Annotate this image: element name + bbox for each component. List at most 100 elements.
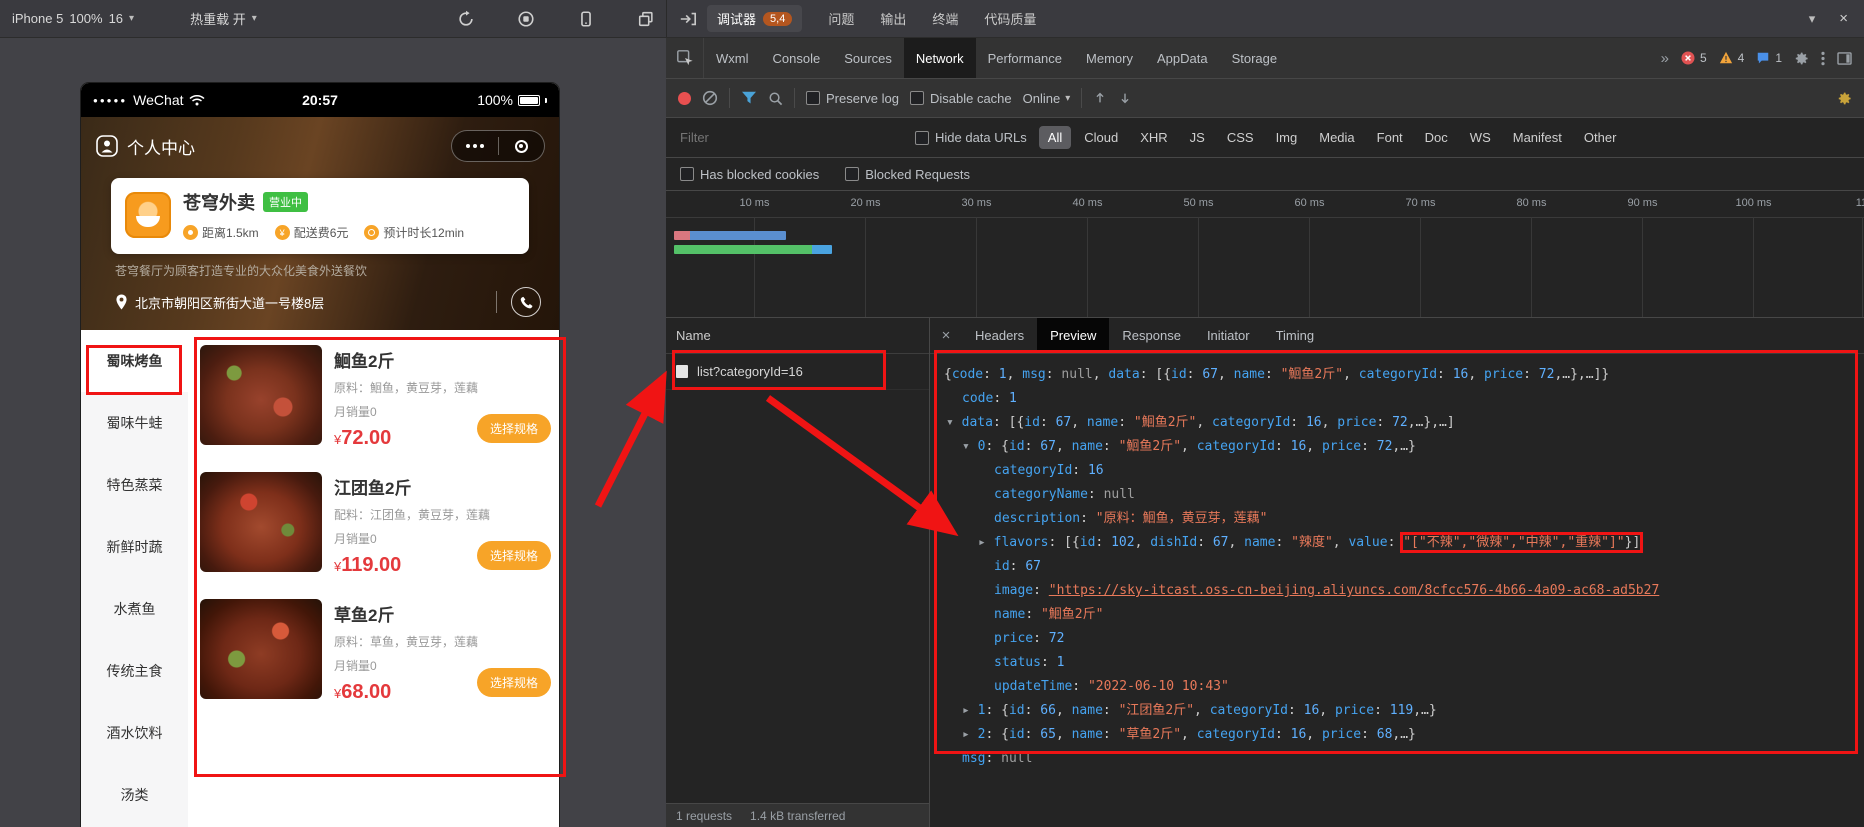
close-details-icon[interactable]: ×: [930, 327, 962, 344]
tab-preview[interactable]: Preview: [1037, 318, 1109, 353]
category-item-roast-fish[interactable]: 蜀味烤鱼: [81, 330, 188, 392]
preview-json-line[interactable]: categoryName: null: [936, 483, 1864, 507]
category-item-soup[interactable]: 汤类: [81, 764, 188, 826]
tab-console[interactable]: Console: [761, 38, 833, 78]
preview-json-line[interactable]: msg: null: [936, 747, 1864, 771]
clear-requests-icon[interactable]: [702, 90, 718, 106]
device-selector[interactable]: iPhone 5 100% 16 ▾: [12, 11, 134, 26]
tab-output[interactable]: 输出: [880, 9, 906, 28]
blocked-requests-checkbox[interactable]: [845, 167, 859, 181]
category-item-steamed[interactable]: 特色蒸菜: [81, 454, 188, 516]
filter-type-manifest[interactable]: Manifest: [1504, 126, 1571, 149]
more-menu-button[interactable]: [452, 131, 498, 161]
preview-json-line[interactable]: price: 72: [936, 627, 1864, 651]
more-tabs-icon[interactable]: »: [1661, 50, 1669, 67]
tab-performance[interactable]: Performance: [976, 38, 1074, 78]
preview-json-line[interactable]: ▸ 1: {id: 66, name: "江团鱼2斤", categoryId:…: [936, 699, 1864, 723]
tab-sources[interactable]: Sources: [832, 38, 904, 78]
export-har-icon[interactable]: [1118, 91, 1132, 105]
multi-window-icon[interactable]: [637, 10, 655, 28]
filter-type-doc[interactable]: Doc: [1416, 126, 1457, 149]
category-item-boiled-fish[interactable]: 水煮鱼: [81, 578, 188, 640]
preview-json-line[interactable]: status: 1: [936, 651, 1864, 675]
kebab-menu-icon[interactable]: [1821, 51, 1825, 66]
network-settings-gear-icon[interactable]: [1837, 91, 1852, 106]
preview-json-line[interactable]: image: "https://sky-itcast.oss-cn-beijin…: [936, 579, 1864, 603]
filter-type-cloud[interactable]: Cloud: [1075, 126, 1127, 149]
request-name-header[interactable]: Name: [666, 318, 929, 354]
category-item-bullfrog[interactable]: 蜀味牛蛙: [81, 392, 188, 454]
hot-reload-toggle[interactable]: 热重载 开 ▾: [190, 9, 257, 28]
tab-network[interactable]: Network: [904, 38, 976, 78]
tab-code-quality[interactable]: 代码质量: [984, 9, 1036, 28]
tab-debugger[interactable]: 调试器 5,4: [707, 5, 802, 32]
choose-spec-button[interactable]: 选择规格: [477, 414, 551, 443]
network-timeline[interactable]: 10 ms20 ms 30 ms40 ms 50 ms60 ms 70 ms80…: [666, 191, 1864, 318]
warning-count-icon[interactable]: [1719, 51, 1733, 65]
filter-type-ws[interactable]: WS: [1461, 126, 1500, 149]
preview-json-line[interactable]: categoryId: 16: [936, 459, 1864, 483]
tab-terminal[interactable]: 终端: [932, 9, 958, 28]
preview-json-line[interactable]: ▸ 2: {id: 65, name: "草鱼2斤", categoryId: …: [936, 723, 1864, 747]
dish-list: 鮰鱼2斤 原料：鮰鱼，黄豆芽，莲藕 月销量0 ¥72.00 选择规格 江团鱼: [188, 330, 559, 827]
preview-json-line[interactable]: ▾ data: [{id: 67, name: "鮰鱼2斤", category…: [936, 411, 1864, 435]
tab-wxml[interactable]: Wxml: [704, 38, 761, 78]
filter-type-other[interactable]: Other: [1575, 126, 1626, 149]
tab-storage[interactable]: Storage: [1220, 38, 1290, 78]
preview-json-line[interactable]: code: 1: [936, 387, 1864, 411]
tab-memory[interactable]: Memory: [1074, 38, 1145, 78]
message-count-icon[interactable]: [1756, 51, 1770, 65]
close-icon[interactable]: ×: [1839, 10, 1848, 27]
gear-icon[interactable]: [1794, 51, 1809, 66]
preview-json-line[interactable]: description: "原料：鮰鱼，黄豆芽，莲藕": [936, 507, 1864, 531]
record-icon[interactable]: [517, 10, 535, 28]
phone-device-icon[interactable]: [577, 10, 595, 28]
category-item-vegetables[interactable]: 新鲜时蔬: [81, 516, 188, 578]
call-shop-button[interactable]: [511, 287, 541, 317]
tab-headers[interactable]: Headers: [962, 318, 1037, 353]
tab-problems[interactable]: 问题: [828, 9, 854, 28]
preview-json-line[interactable]: name: "鮰鱼2斤": [936, 603, 1864, 627]
error-count-icon[interactable]: [1681, 51, 1695, 65]
tab-response[interactable]: Response: [1109, 318, 1194, 353]
preview-json-line[interactable]: ▸ flavors: [{id: 102, dishId: 67, name: …: [936, 531, 1864, 555]
preview-json-line[interactable]: updateTime: "2022-06-10 10:43": [936, 675, 1864, 699]
filter-type-img[interactable]: Img: [1267, 126, 1307, 149]
tab-timing[interactable]: Timing: [1263, 318, 1328, 353]
refresh-icon[interactable]: [457, 10, 475, 28]
filter-input[interactable]: [678, 129, 903, 146]
preview-json-line[interactable]: id: 67: [936, 555, 1864, 579]
tab-initiator[interactable]: Initiator: [1194, 318, 1263, 353]
choose-spec-button[interactable]: 选择规格: [477, 541, 551, 570]
filter-funnel-icon[interactable]: [741, 91, 757, 105]
request-row[interactable]: list?categoryId=16: [666, 354, 929, 390]
filter-type-font[interactable]: Font: [1368, 126, 1412, 149]
filter-type-media[interactable]: Media: [1310, 126, 1363, 149]
exit-miniprogram-button[interactable]: [499, 131, 545, 161]
import-har-icon[interactable]: [1093, 91, 1107, 105]
filter-type-css[interactable]: CSS: [1218, 126, 1263, 149]
delivery-fee-text: 配送费6元: [294, 224, 349, 241]
chevron-down-icon[interactable]: ▾: [1809, 11, 1816, 27]
preview-json-line[interactable]: ▾ 0: {id: 67, name: "鮰鱼2斤", categoryId: …: [936, 435, 1864, 459]
category-item-staple[interactable]: 传统主食: [81, 640, 188, 702]
filter-type-xhr[interactable]: XHR: [1131, 126, 1176, 149]
dock-side-icon[interactable]: [1837, 52, 1852, 65]
shop-card[interactable]: 苍穹外卖 营业中 距离1.5km ¥ 配送费6元: [111, 178, 529, 254]
has-blocked-cookies-checkbox[interactable]: [680, 167, 694, 181]
preserve-log-checkbox[interactable]: [806, 91, 820, 105]
filter-type-js[interactable]: JS: [1181, 126, 1214, 149]
preview-json-line[interactable]: {code: 1, msg: null, data: [{id: 67, nam…: [936, 363, 1864, 387]
category-item-drinks[interactable]: 酒水饮料: [81, 702, 188, 764]
tab-appdata[interactable]: AppData: [1145, 38, 1220, 78]
inspect-element-icon[interactable]: [666, 38, 704, 78]
person-icon[interactable]: [95, 134, 119, 158]
choose-spec-button[interactable]: 选择规格: [477, 668, 551, 697]
throttling-select[interactable]: Online ▾: [1023, 91, 1071, 106]
filter-type-all[interactable]: All: [1039, 126, 1071, 149]
disable-cache-checkbox[interactable]: [910, 91, 924, 105]
attach-debugger-icon[interactable]: [679, 11, 697, 27]
record-network-icon[interactable]: [678, 92, 691, 105]
search-icon[interactable]: [768, 91, 783, 106]
hide-data-urls-checkbox[interactable]: [915, 131, 929, 145]
